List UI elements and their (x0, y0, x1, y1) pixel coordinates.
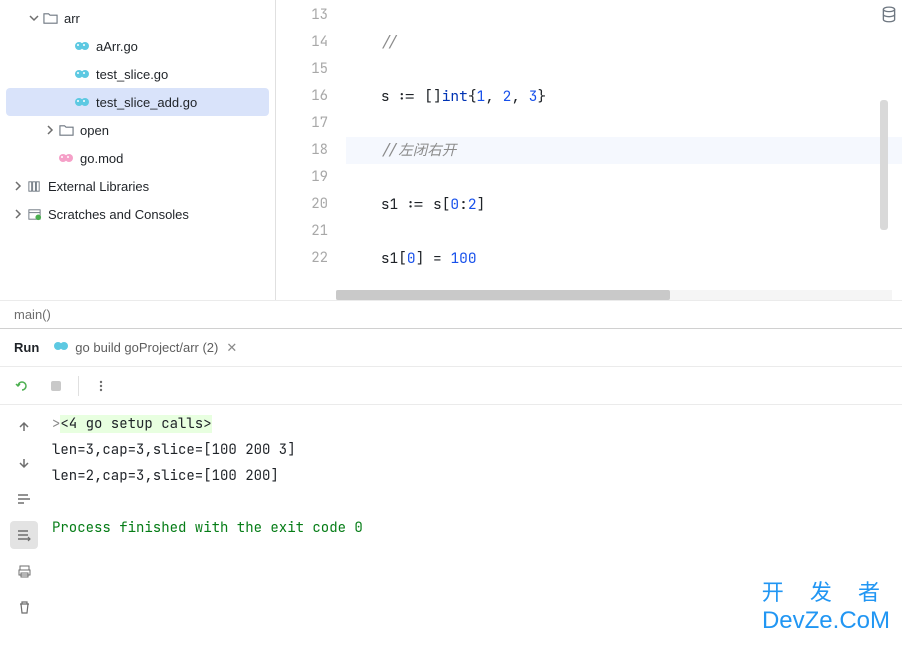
go-file-icon (74, 38, 90, 54)
rerun-button[interactable] (10, 374, 34, 398)
tree-label: arr (64, 11, 80, 26)
tree-scratches[interactable]: Scratches and Consoles (0, 200, 275, 228)
right-toolbar (876, 0, 902, 300)
run-tabs: Run go build goProject/arr (2) ✕ (0, 329, 902, 367)
tree-label: test_slice.go (96, 67, 168, 82)
tree-external-libraries[interactable]: External Libraries (0, 172, 275, 200)
tree-file-gomod[interactable]: go.mod (0, 144, 275, 172)
run-toolbar (0, 367, 902, 405)
watermark: 开 发 者 DevZe.CoM (762, 575, 890, 635)
folder-icon (42, 10, 58, 26)
scratch-icon (26, 206, 42, 222)
tree-folder-arr[interactable]: arr (0, 4, 275, 32)
breadcrumb[interactable]: main() (0, 300, 902, 328)
go-file-icon (74, 94, 90, 110)
chevron-right-icon (42, 122, 58, 138)
up-button[interactable] (10, 413, 38, 441)
stop-button[interactable] (44, 374, 68, 398)
gomod-icon (58, 150, 74, 166)
tree-label: open (80, 123, 109, 138)
library-icon (26, 178, 42, 194)
chevron-down-icon (26, 10, 42, 26)
line-gutter: 13141516171819202122 (276, 0, 346, 290)
tree-file-testsliceadd[interactable]: test_slice_add.go (6, 88, 269, 116)
console-side-toolbar (0, 405, 48, 621)
run-config-tab[interactable]: go build goProject/arr (2) ✕ (53, 338, 239, 358)
run-tab[interactable]: Run (14, 340, 39, 355)
code-area[interactable]: // s := []int{1, 2, 3} //左闭右开 s1 := s[0:… (346, 0, 902, 290)
down-button[interactable] (10, 449, 38, 477)
scroll-to-end-button[interactable] (10, 521, 38, 549)
chevron-right-icon (10, 206, 26, 222)
editor: 13141516171819202122 // s := []int{1, 2,… (276, 0, 902, 300)
print-button[interactable] (10, 557, 38, 585)
folder-icon (58, 122, 74, 138)
tree-file-testslice[interactable]: test_slice.go (0, 60, 275, 88)
tree-label: test_slice_add.go (96, 95, 197, 110)
chevron-right-icon (10, 178, 26, 194)
database-icon[interactable] (880, 6, 898, 300)
project-tree: arr aArr.go test_slice.go test_slice_add… (0, 0, 276, 300)
tree-folder-open[interactable]: open (0, 116, 275, 144)
more-button[interactable] (89, 374, 113, 398)
delete-button[interactable] (10, 593, 38, 621)
tree-file-aarr[interactable]: aArr.go (0, 32, 275, 60)
go-file-icon (74, 66, 90, 82)
close-icon[interactable]: ✕ (224, 338, 239, 358)
soft-wrap-button[interactable] (10, 485, 38, 513)
tree-label: aArr.go (96, 39, 138, 54)
tree-label: go.mod (80, 151, 123, 166)
horizontal-scrollbar[interactable] (336, 290, 892, 300)
tree-label: External Libraries (48, 179, 149, 194)
go-run-icon (53, 338, 69, 357)
tree-label: Scratches and Consoles (48, 207, 189, 222)
